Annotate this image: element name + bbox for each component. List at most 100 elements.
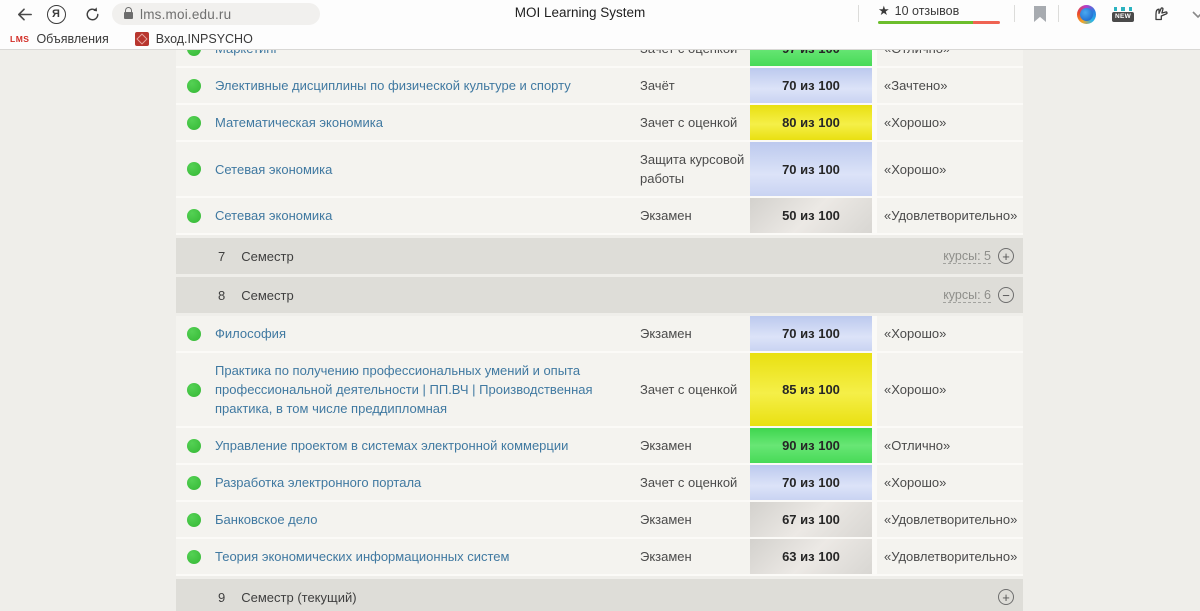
score-cell: 70 из 100 [750,316,872,351]
course-row: Математическая экономика Зачет с оценкой… [176,105,1023,142]
grade-text: «Удовлетворительно» [877,198,1023,233]
toolbar-divider [858,5,859,22]
score-cell: 63 из 100 [750,539,872,574]
course-status-dot [187,327,201,341]
course-link[interactable]: Сетевая экономика [215,206,332,225]
course-link[interactable]: Управление проектом в системах электронн… [215,436,568,455]
course-link[interactable]: Теория экономических информационных сист… [215,547,509,566]
semester-label: Семестр (текущий) [241,590,356,605]
grades-table: Маркетинг Зачет с оценкой 97 из 100 «Отл… [176,50,1023,611]
course-row: Сетевая экономика Экзамен 50 из 100 «Удо… [176,198,1023,235]
course-status-dot [187,476,201,490]
score-cell: 50 из 100 [750,198,872,233]
bookmark-login-inpsycho[interactable]: Вход.INPSYCHO [135,32,253,46]
score-cell: 97 из 100 [750,50,872,66]
course-status-dot [187,513,201,527]
course-status-dot [187,550,201,564]
course-row: Теория экономических информационных сист… [176,539,1023,576]
course-link[interactable]: Философия [215,324,286,343]
grade-text: «Хорошо» [877,465,1023,500]
bookmark-flag-button[interactable] [1028,3,1052,25]
course-link[interactable]: Элективные дисциплины по физической куль… [215,76,571,95]
course-status-dot [187,50,201,56]
semester-number: 7 [218,249,225,264]
extension-new-badge-icon[interactable]: NEW [1110,2,1136,26]
control-type-text: Зачет с оценкой [640,465,750,500]
semester-header-row: 8 Семестр курсы: 6 − [176,277,1023,313]
course-row: Практика по получению профессиональных у… [176,353,1023,428]
score-cell: 70 из 100 [750,465,872,500]
score-cell: 80 из 100 [750,105,872,140]
extension-globe-icon[interactable] [1074,3,1098,25]
score-cell: 90 из 100 [750,428,872,463]
course-row: Управление проектом в системах электронн… [176,428,1023,465]
control-type-text: Экзамен [640,428,750,463]
expand-toggle-icon[interactable]: + [998,248,1014,264]
page-title: MOI Learning System [515,5,646,20]
semester-label: Семестр [241,249,293,264]
semester-header-row: 7 Семестр курсы: 5 + [176,238,1023,274]
grade-text: «Хорошо» [877,142,1023,196]
course-status-dot [187,209,201,223]
course-status-dot [187,79,201,93]
control-type-text: Зачет с оценкой [640,353,750,426]
star-icon: ★ [878,3,890,19]
course-link[interactable]: Математическая экономика [215,113,383,132]
course-link[interactable]: Маркетинг [215,50,278,58]
back-button[interactable] [12,3,36,25]
toolbar-divider [1014,5,1015,22]
course-status-dot [187,383,201,397]
semester-courses-link[interactable]: курсы: 5 [943,249,991,264]
control-type-text: Экзамен [640,198,750,233]
course-row: Элективные дисциплины по физической куль… [176,68,1023,105]
semester-number: 8 [218,288,225,303]
expand-toggle-icon[interactable]: + [998,589,1014,605]
url-text: lms.moi.edu.ru [140,7,231,22]
reviews-count: 10 отзывов [895,4,960,18]
expand-toggle-icon[interactable]: − [998,287,1014,303]
semester-number: 9 [218,590,225,605]
semester-label: Семестр [241,288,293,303]
course-status-dot [187,116,201,130]
grade-text: «Отлично» [877,50,1023,66]
course-link[interactable]: Разработка электронного портала [215,473,421,492]
course-row: Банковское дело Экзамен 67 из 100 «Удовл… [176,502,1023,539]
course-row: Сетевая экономика Защита курсовой работы… [176,142,1023,198]
course-row: Маркетинг Зачет с оценкой 97 из 100 «Отл… [176,50,1023,68]
lms-favicon: LMS [10,34,29,44]
course-link[interactable]: Сетевая экономика [215,160,332,179]
collections-hand-icon[interactable] [1148,3,1172,25]
control-type-text: Экзамен [640,502,750,537]
site-rating[interactable]: ★ 10 отзывов [878,3,1000,24]
control-type-text: Экзамен [640,539,750,574]
control-type-text: Защита курсовой работы [640,142,750,196]
control-type-text: Зачет с оценкой [640,50,750,66]
score-cell: 70 из 100 [750,68,872,103]
score-cell: 67 из 100 [750,502,872,537]
back-arrow-icon [15,5,34,24]
chevron-down-icon[interactable] [1188,3,1200,25]
semester-courses-link[interactable]: курсы: 6 [943,288,991,303]
browser-toolbar: Я lms.moi.edu.ru MOI Learning System ★ 1… [0,0,1200,50]
course-link[interactable]: Практика по получению профессиональных у… [215,361,622,418]
course-status-dot [187,439,201,453]
control-type-text: Зачет с оценкой [640,105,750,140]
refresh-icon [84,6,101,23]
semester-header-row: 9 Семестр (текущий) + [176,579,1023,611]
grade-text: «Зачтено» [877,68,1023,103]
grade-text: «Отлично» [877,428,1023,463]
grade-text: «Удовлетворительно» [877,539,1023,574]
bookmark-flag-icon [1034,6,1046,22]
bookmark-announcements[interactable]: LMS Объявления [10,32,109,46]
rating-bar [878,21,1000,24]
course-link[interactable]: Банковское дело [215,510,318,529]
yandex-browser-icon[interactable]: Я [44,3,68,25]
course-row: Разработка электронного портала Зачет с … [176,465,1023,502]
address-bar[interactable]: lms.moi.edu.ru [112,3,320,25]
score-cell: 85 из 100 [750,353,872,426]
refresh-button[interactable] [80,3,104,25]
page-content: Маркетинг Зачет с оценкой 97 из 100 «Отл… [0,50,1200,611]
score-cell: 70 из 100 [750,142,872,196]
emblem-favicon [135,32,149,46]
control-type-text: Зачёт [640,68,750,103]
